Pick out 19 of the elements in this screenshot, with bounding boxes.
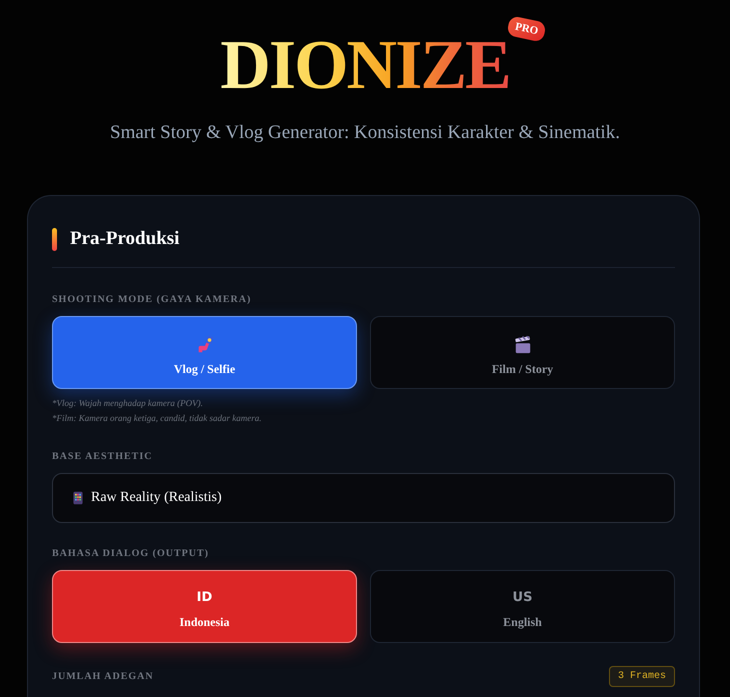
shooting-mode-option[interactable]: Film / Story xyxy=(370,316,675,389)
note-text: *Film: Kamera orang ketiga, candid, tidak sadar kamera. xyxy=(52,412,262,425)
section-label: JUMLAH ADEGAN xyxy=(52,670,154,682)
section-label: SHOOTING MODE (GAYA KAMERA) xyxy=(52,294,252,306)
aesthetic-select[interactable]: Raw Reality (Realistis) xyxy=(52,473,675,523)
clapperboard-icon xyxy=(514,336,532,354)
note-text: *Vlog: Wajah menghadap kamera (POV). xyxy=(52,397,204,410)
frame-count-badge: 3 Frames xyxy=(608,666,675,687)
subtitle: Smart Story & Vlog Generator: Konsistensi Karakter & Sinematik. xyxy=(110,122,620,144)
section-label: BAHASA DIALOG (OUTPUT) xyxy=(52,548,210,560)
section-label: BASE AESTHETIC xyxy=(52,451,154,463)
shooting-mode-option[interactable]: Vlog / Selfie xyxy=(52,316,357,389)
language-option[interactable]: US English xyxy=(370,570,675,643)
accent-bar xyxy=(52,228,57,250)
panel-title: Pra-Produksi xyxy=(70,227,180,251)
hand-holding-phone-icon xyxy=(196,336,214,354)
pro-badge: PRO xyxy=(506,15,548,43)
language-option[interactable]: ID Indonesia xyxy=(52,570,357,643)
phone-icon xyxy=(73,491,83,505)
